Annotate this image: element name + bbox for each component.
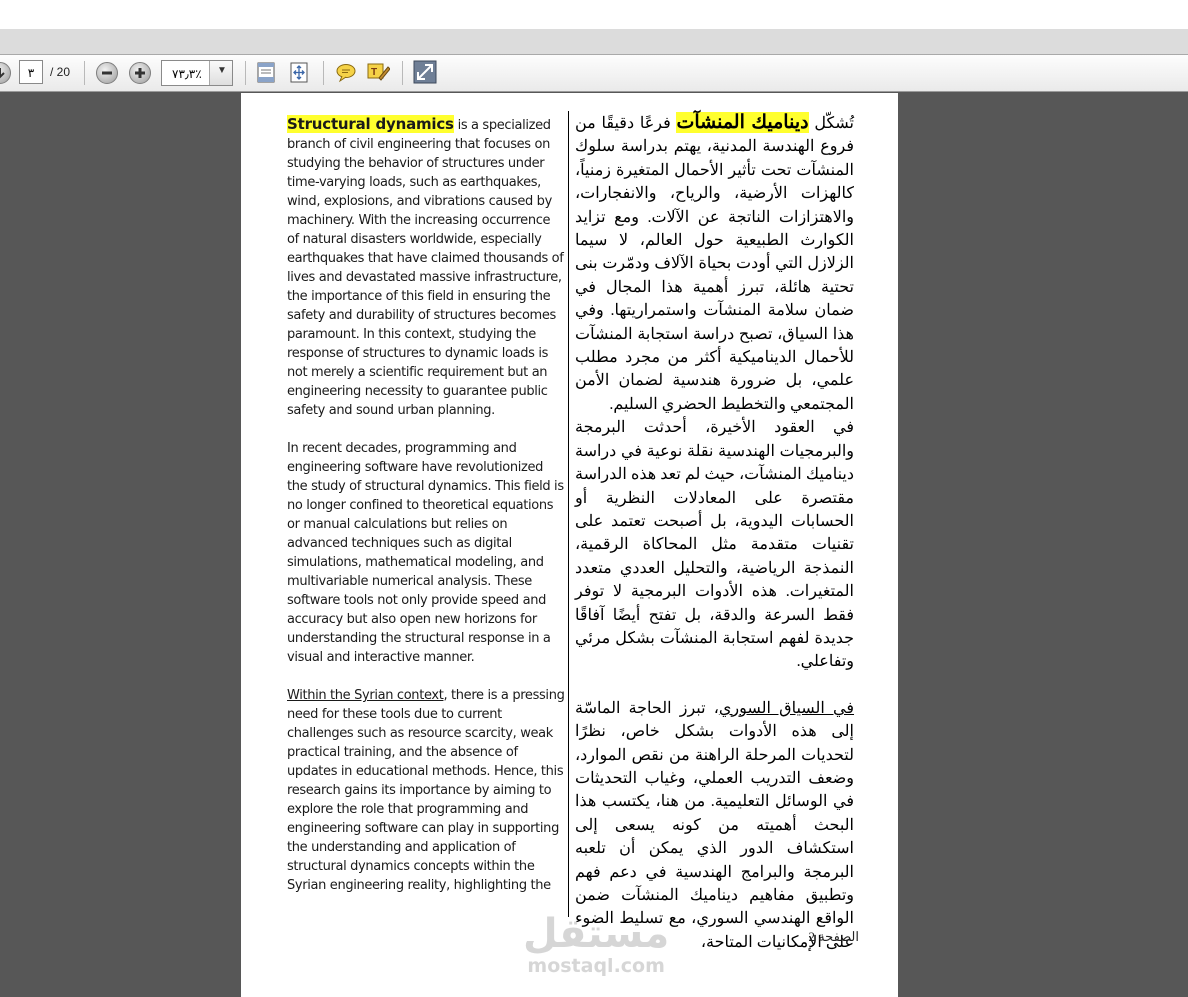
arabic-column: تُشكّل ديناميك المنشآت فرعًا دقيقًا من ف… [575,111,854,954]
viewer-title-bar [0,29,1188,55]
zoom-in-button[interactable] [129,62,151,84]
minus-icon [102,71,112,75]
zoom-out-button[interactable] [96,62,118,84]
toolbar-separator [245,61,246,85]
zoom-dropdown-button[interactable]: ▼ [209,61,232,85]
fit-width-button[interactable] [254,60,278,84]
arabic-paragraph-2: في العقود الأخيرة، أحدثت البرمجة والبرمج… [575,419,854,671]
zoom-value: ٧٣٫٣٪ [172,67,202,81]
next-page-button[interactable] [0,62,11,84]
highlighted-term: Structural dynamics [287,115,454,133]
arrow-down-icon [0,68,5,79]
english-column: Structural dynamics is a specialized bra… [287,115,565,914]
document-page: Structural dynamics is a specialized bra… [241,93,898,997]
svg-text:T: T [371,67,377,78]
fullscreen-button[interactable] [413,60,437,84]
comment-icon [336,64,356,83]
page-count: / 20 [50,65,71,79]
fit-width-icon [257,62,275,83]
english-paragraph-3: Within the Syrian context, there is a pr… [287,686,565,895]
watermark: مستقل mostaql.com [523,913,669,977]
highlighted-term-arabic: ديناميك المنشآت [676,112,809,133]
english-paragraph-2: In recent decades, programming and engin… [287,441,564,665]
toolbar-separator [323,61,324,85]
chevron-down-icon: ▼ [217,65,227,76]
page-number-input[interactable]: ٣ [19,60,43,84]
underlined-phrase-arabic: في السياق السوري [718,699,855,717]
text-annotation-icon: T [367,63,391,81]
comment-button[interactable] [334,60,358,84]
english-paragraph-3-text: , there is a pressing need for these too… [287,688,565,893]
plus-icon [135,68,145,78]
fit-page-icon [290,62,308,83]
expand-icon [413,60,437,84]
pdf-toolbar: ٣ / 20 ٧٣٫٣٪ ▼ T [0,55,1188,92]
browser-top-strip [0,0,1188,29]
annotate-button[interactable]: T [366,60,391,84]
page-number-label: الصفحة 2 [808,929,859,944]
arabic-paragraph-1-lead: تُشكّل [808,115,855,132]
english-paragraph-1-text: is a specialized branch of civil enginee… [287,118,564,418]
toolbar-separator [84,61,85,85]
column-divider [568,111,569,917]
underlined-phrase: Within the Syrian context [287,688,444,703]
zoom-select[interactable]: ٧٣٫٣٪ ▼ [161,60,233,86]
arabic-paragraph-1: تُشكّل ديناميك المنشآت فرعًا دقيقًا من ف… [575,111,854,416]
watermark-latin: mostaql.com [527,955,665,977]
watermark-arabic: مستقل [523,911,670,957]
arabic-paragraph-1-text: فرعًا دقيقًا من فروع الهندسة المدنية، يه… [575,115,854,413]
toolbar-separator [402,61,403,85]
english-paragraph-1: Structural dynamics is a specialized bra… [287,115,565,420]
fit-page-button[interactable] [287,60,311,84]
